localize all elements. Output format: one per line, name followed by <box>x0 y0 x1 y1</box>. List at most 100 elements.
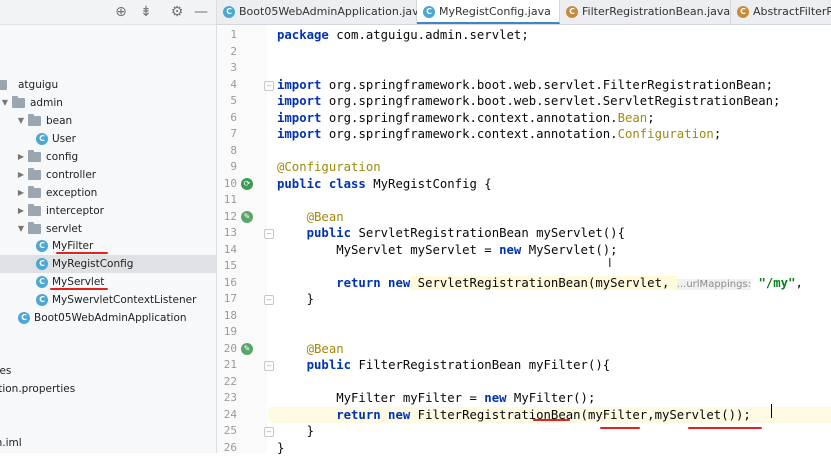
tree-item-servlet[interactable]: ▼ servlet <box>0 220 216 238</box>
tree-item-label: interceptor <box>46 202 104 220</box>
fold-toggle-icon[interactable]: − <box>264 361 274 371</box>
line-number: 14 <box>217 242 237 259</box>
tree-item-myfilter[interactable]: CMyFilter <box>0 237 216 255</box>
line-number: 8 <box>217 143 237 160</box>
code-token: ServletRegistrationBean myServlet(){ <box>351 226 625 240</box>
chevron-down-icon[interactable]: ▼ <box>16 220 26 238</box>
class-icon: C <box>36 276 48 288</box>
line-number: 4 <box>217 77 237 94</box>
code-token: ServletRegistrationBean(myServlet, <box>410 276 677 290</box>
code-token: MyFilter myFilter = <box>277 391 484 405</box>
chevron-right-icon[interactable]: ▶ <box>16 202 26 220</box>
fold-toggle-icon[interactable]: − <box>264 81 274 91</box>
tree-item-c[interactable]: c <box>0 344 216 362</box>
code-line: return new FilterRegistrationBean(myFilt… <box>277 407 751 424</box>
folder-icon <box>12 98 25 108</box>
code-token: return new <box>277 276 410 290</box>
tab-abstractfilterre[interactable]: C AbstractFilterRe <box>731 0 831 24</box>
bean-run-icon[interactable]: ✎ <box>241 211 253 223</box>
project-toolbar: ⊕ ⇟ ⚙ — <box>0 0 216 25</box>
tree-item-interceptor[interactable]: ▶ interceptor <box>0 202 216 220</box>
fold-toggle-icon[interactable]: − <box>264 427 274 437</box>
chevron-right-icon[interactable]: ▶ <box>16 184 26 202</box>
bean-run-icon[interactable]: ✎ <box>241 343 253 355</box>
code-line: @Bean <box>277 341 344 358</box>
tree-item-bean[interactable]: ▼bean <box>0 112 216 130</box>
chevron-down-icon[interactable]: ▼ <box>0 94 10 112</box>
minimize-icon[interactable]: — <box>192 3 210 21</box>
editor-tabs: CBoot05WebAdminApplication.javaCMyRegist… <box>217 0 831 25</box>
tree-item-user[interactable]: CUser <box>0 130 216 148</box>
class-icon: C <box>737 6 749 18</box>
tree-item-label: cation.properties <box>0 380 75 398</box>
line-number: 6 <box>217 110 237 127</box>
fold-toggle-icon[interactable]: − <box>264 229 274 239</box>
tree-item-config[interactable]: ▶config <box>0 148 216 166</box>
tree-item-label: MyRegistConfig <box>52 255 133 273</box>
tree-item-atguigu[interactable]: ▼atguigu <box>0 76 216 94</box>
tree-item-controller[interactable]: ▶controller <box>0 166 216 184</box>
code-token: package <box>277 28 329 42</box>
tree-item-s[interactable]: s <box>0 327 216 345</box>
chevron-right-icon[interactable]: ▶ <box>16 166 26 184</box>
tree-item-myswervletcontextlistener[interactable]: CMySwervletContextListener <box>0 291 216 309</box>
code-token: FilterRegistrationBean(myFilter,myServle… <box>410 408 751 422</box>
code-line: import org.springframework.boot.web.serv… <box>277 77 773 94</box>
tree-item-label: User <box>52 130 76 148</box>
fold-toggle-icon[interactable]: − <box>264 295 274 305</box>
line-number: 23 <box>217 390 237 407</box>
line-number: 5 <box>217 93 237 110</box>
tab-label: FilterRegistrationBean.java <box>582 0 730 24</box>
collapse-icon[interactable]: ⇟ <box>137 3 155 21</box>
code-line: import org.springframework.context.annot… <box>277 126 721 143</box>
spring-config-icon[interactable]: ⟳ <box>241 178 253 190</box>
line-number: 3 <box>217 60 237 77</box>
tree-item-label: servlet <box>46 220 82 238</box>
tab-boot05webadminapplication[interactable]: CBoot05WebAdminApplication.java <box>217 0 417 24</box>
code-line: public FilterRegistrationBean myFilter()… <box>277 357 610 374</box>
crosshair-icon[interactable]: ⊕ <box>112 3 130 21</box>
line-number: 24 <box>217 407 237 424</box>
class-icon: C <box>36 258 48 270</box>
red-underline-mark <box>688 427 762 429</box>
tree-item-label: admin <box>30 94 63 112</box>
code-token: @Configuration <box>277 160 381 174</box>
folder-icon <box>28 188 41 198</box>
code-line: @Configuration <box>277 159 381 176</box>
tab-label: AbstractFilterRe <box>753 0 831 24</box>
code-token: } <box>277 292 314 306</box>
tree-item-lates[interactable]: lates <box>0 362 216 380</box>
tree-item-myregistconfig[interactable]: C MyRegistConfig <box>0 255 216 273</box>
chevron-down-icon[interactable]: ▼ <box>16 112 26 130</box>
code-token: import <box>277 127 321 141</box>
code-token: org.springframework.context.annotation. <box>329 127 618 141</box>
code-line: } <box>277 291 314 308</box>
tab-myregistconfig[interactable]: CMyRegistConfig.java <box>417 0 560 24</box>
tree-item-myservlet[interactable]: CMyServlet <box>0 273 216 291</box>
tree-item-nin.iml[interactable]: nin.iml <box>0 434 216 452</box>
red-underline-mark <box>56 252 108 254</box>
tree-item-boot05webadminapplication[interactable]: C Boot05WebAdminApplication <box>0 309 216 327</box>
folder-icon <box>0 80 7 90</box>
tree-item-label: atguigu <box>18 76 58 94</box>
tree-item-admin[interactable]: ▼ admin <box>0 94 216 112</box>
line-number: 15 <box>217 258 237 275</box>
code-line: } <box>277 440 284 456</box>
chevron-right-icon[interactable]: ▶ <box>16 148 26 166</box>
code-token: new <box>499 243 521 257</box>
tree-item-cation.properties[interactable]: cation.properties <box>0 380 216 398</box>
tab-filterregistrationbean[interactable]: CFilterRegistrationBean.java <box>560 0 731 24</box>
gear-icon[interactable]: ⚙ <box>168 3 186 21</box>
code-token: org.springframework.boot.web.servlet.Fil… <box>329 78 773 92</box>
code-token: ...urlMappings: <box>677 279 751 290</box>
tree-item-label: exception <box>46 184 97 202</box>
class-icon: C <box>18 312 30 324</box>
line-number: 17 <box>217 291 237 308</box>
code-line: MyFilter myFilter = new MyFilter(); <box>277 390 595 407</box>
line-number: 9 <box>217 159 237 176</box>
tab-label: MyRegistConfig.java <box>439 0 551 24</box>
code-token: public class <box>277 177 366 191</box>
tree-item-exception[interactable]: ▶ exception <box>0 184 216 202</box>
tree-item-label: Boot05WebAdminApplication <box>34 309 187 327</box>
folder-icon <box>28 116 41 126</box>
